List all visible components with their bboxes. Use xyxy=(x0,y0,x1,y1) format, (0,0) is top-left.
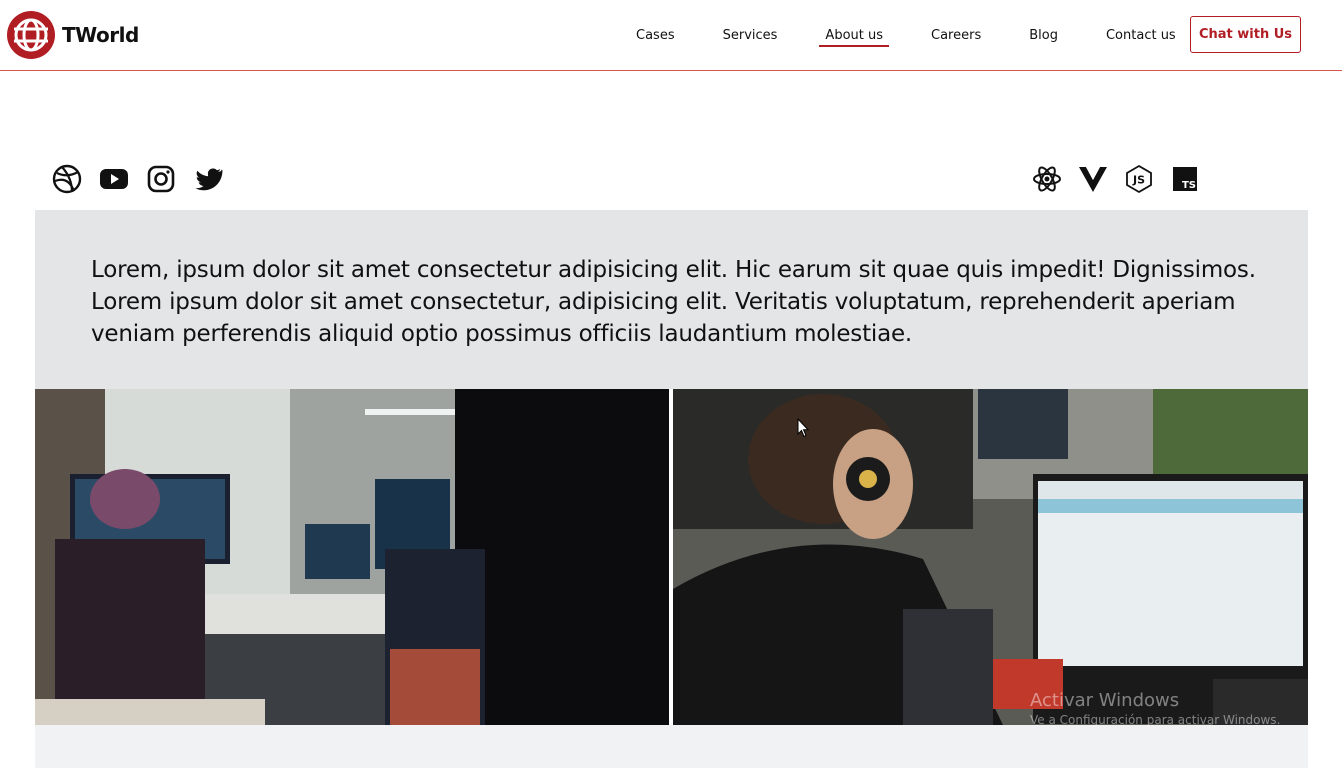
watermark-subtitle: Ve a Configuración para activar Windows. xyxy=(1030,713,1281,727)
intro-text: Lorem, ipsum dolor sit amet consectetur … xyxy=(91,257,1256,347)
nav-item-cases[interactable]: Cases xyxy=(612,0,699,71)
react-icon xyxy=(1032,164,1062,194)
mouse-cursor-icon xyxy=(797,418,809,438)
brand-name: TWorld xyxy=(62,23,139,47)
intro-section: Lorem, ipsum dolor sit amet consectetur … xyxy=(35,210,1308,389)
instagram-icon[interactable] xyxy=(146,164,176,194)
nav-item-contact-us[interactable]: Contact us xyxy=(1082,0,1200,71)
social-links xyxy=(52,164,223,194)
typescript-icon: TS xyxy=(1170,164,1200,194)
globe-logo-icon xyxy=(7,11,55,59)
nav-item-services[interactable]: Services xyxy=(699,0,802,71)
main-nav: Cases Services About us Careers Blog Con… xyxy=(612,0,1200,71)
site-header: TWorld Cases Services About us Careers B… xyxy=(0,0,1342,71)
svg-text:JS: JS xyxy=(1132,174,1145,187)
twitter-icon[interactable] xyxy=(193,164,223,194)
windows-activation-watermark: Activar Windows Ve a Configuración para … xyxy=(1030,690,1330,727)
nav-item-careers[interactable]: Careers xyxy=(907,0,1005,71)
bottom-band xyxy=(35,725,1308,768)
nodejs-icon: JS xyxy=(1124,164,1154,194)
office-photo-right xyxy=(673,389,1308,725)
office-photo-left xyxy=(35,389,669,725)
brand[interactable]: TWorld xyxy=(6,10,139,60)
svg-text:TS: TS xyxy=(1182,180,1196,191)
watermark-title: Activar Windows xyxy=(1030,690,1180,711)
dribbble-icon[interactable] xyxy=(52,164,82,194)
tech-stack: JS TS xyxy=(1032,164,1200,194)
chat-with-us-button[interactable]: Chat with Us xyxy=(1190,16,1301,53)
youtube-icon[interactable] xyxy=(99,164,129,194)
vue-icon xyxy=(1078,164,1108,194)
nav-item-about-us[interactable]: About us xyxy=(801,0,907,71)
nav-item-blog[interactable]: Blog xyxy=(1005,0,1082,71)
